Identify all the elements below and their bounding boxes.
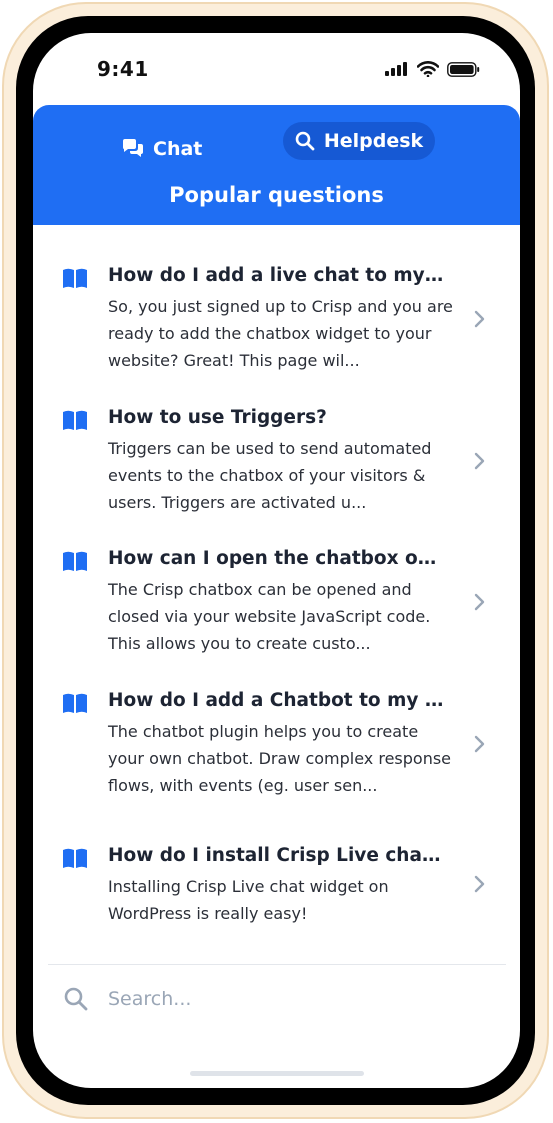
search-bar[interactable]	[33, 965, 520, 1035]
search-icon	[295, 131, 315, 151]
article-title: How do I install Crisp Live chat...	[108, 845, 448, 866]
tab-helpdesk[interactable]: Helpdesk	[283, 122, 435, 160]
article-title: How to use Triggers?	[108, 407, 327, 428]
status-time: 9:41	[97, 57, 149, 81]
search-icon	[64, 987, 88, 1011]
article-item[interactable]: How do I install Crisp Live chat... Inst…	[33, 805, 520, 945]
tab-chat-label: Chat	[153, 138, 203, 160]
article-description: The Crisp chatbox can be opened and clos…	[108, 580, 431, 653]
tab-helpdesk-label: Helpdesk	[323, 130, 424, 152]
chat-bubbles-icon	[123, 139, 143, 157]
article-item[interactable]: How can I open the chatbox on cli... The…	[33, 508, 520, 653]
chevron-right-icon	[474, 310, 485, 328]
article-item[interactable]: How do I add a live chat to my we... So,…	[33, 225, 520, 370]
article-description: Installing Crisp Live chat widget on Wor…	[108, 877, 389, 923]
article-description: So, you just signed up to Crisp and you …	[108, 297, 453, 370]
helpdesk-header: Chat Helpdesk Popular questions	[33, 105, 520, 225]
book-icon	[63, 693, 87, 713]
article-description: Triggers can be used to send automated e…	[108, 439, 432, 512]
chevron-right-icon	[474, 875, 485, 893]
book-icon	[63, 410, 87, 430]
chevron-right-icon	[474, 452, 485, 470]
wifi-icon	[417, 61, 439, 77]
article-item[interactable]: How do I add a Chatbot to my we... The c…	[33, 650, 520, 795]
chevron-right-icon	[474, 735, 485, 753]
article-item[interactable]: How to use Triggers? Triggers can be use…	[33, 367, 520, 512]
status-icons	[385, 61, 480, 77]
article-title: How do I add a live chat to my we...	[108, 265, 448, 286]
article-title: How can I open the chatbox on cli...	[108, 548, 448, 569]
article-title: How do I add a Chatbot to my we...	[108, 690, 448, 711]
book-icon	[63, 848, 87, 868]
signal-icon	[385, 62, 407, 76]
article-description: The chatbot plugin helps you to create y…	[108, 722, 452, 795]
page-title: Popular questions	[169, 183, 384, 207]
battery-icon	[447, 61, 480, 77]
screen: 9:41 Chat Helpdesk Popular questions How…	[33, 33, 520, 1088]
book-icon	[63, 268, 87, 288]
status-bar: 9:41	[33, 33, 520, 105]
home-indicator	[190, 1071, 364, 1076]
chevron-right-icon	[474, 593, 485, 611]
search-input[interactable]	[108, 983, 468, 1015]
book-icon	[63, 551, 87, 571]
tab-chat[interactable]: Chat	[121, 131, 202, 167]
